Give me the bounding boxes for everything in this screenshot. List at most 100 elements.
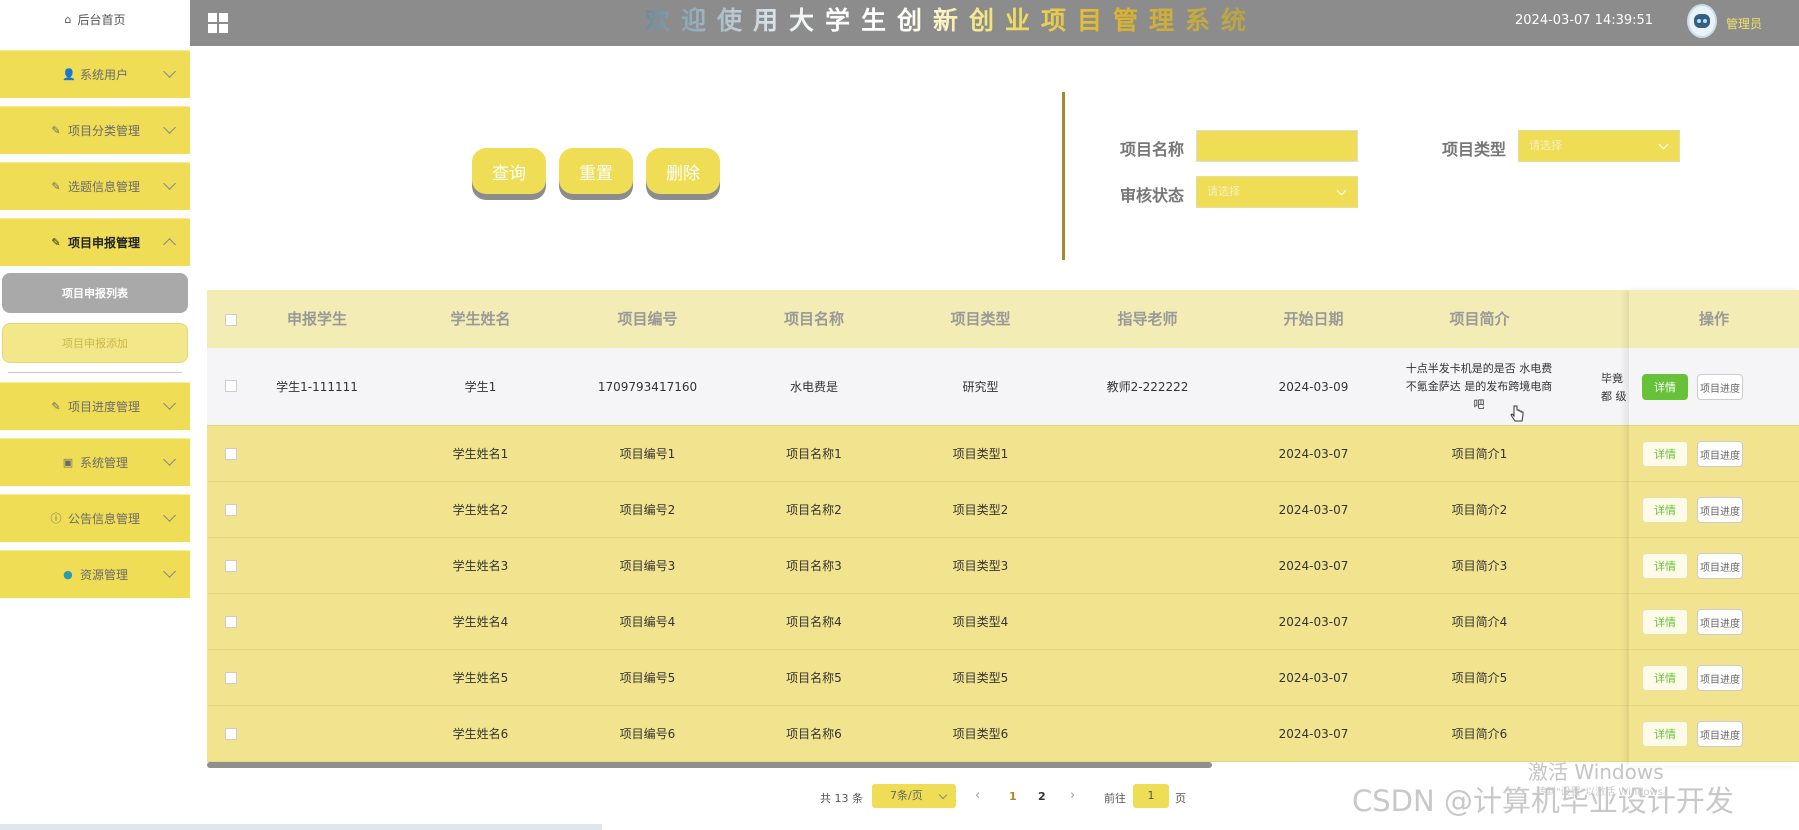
prev-page-icon[interactable]: ‹ [975,788,980,803]
cell-student: 学生1-111111 [276,380,358,394]
cell-name: 学生姓名4 [452,615,509,629]
cell-code: 项目编号1 [619,447,676,461]
sidebar-item-6[interactable]: ▣ 系统管理 [0,438,190,486]
csdn-watermark: CSDN @计算机毕业设计开发 [1352,784,1734,818]
cell-date: 2024-03-07 [1278,726,1349,741]
cell-teacher [1064,594,1231,649]
sidebar-item-8[interactable]: ● 资源管理 [0,550,190,598]
row-checkbox[interactable] [225,504,237,516]
cell-code: 项目编号6 [619,727,676,741]
column-header[interactable]: 项目名称 [731,290,897,348]
project-name-input[interactable] [1196,130,1358,162]
table-row[interactable]: 学生姓名1 项目编号1 项目名称1 项目类型1 2024-03-07 项目简介1 详情 项目进… [207,426,1799,482]
cell-name: 学生姓名1 [452,447,509,461]
project-type-label: 项目类型 [1442,140,1507,159]
table-row[interactable]: 学生姓名4 项目编号4 项目名称4 项目类型4 2024-03-07 项目简介4 详情 项目进… [207,594,1799,650]
column-header[interactable]: 开始日期 [1231,290,1396,348]
column-header[interactable]: 项目编号 [564,290,731,348]
table-row[interactable]: 学生姓名2 项目编号2 项目名称2 项目类型2 2024-03-07 项目简介2 详情 项目进… [207,482,1799,538]
audit-status-placeholder: 请选择 [1207,185,1240,198]
chevron-down-icon [163,121,176,134]
audit-status-select[interactable]: 请选择 [1196,176,1358,208]
cell-date: 2024-03-07 [1278,446,1349,461]
image-icon: ▣ [62,455,74,469]
avatar[interactable] [1687,4,1717,38]
reset-button[interactable]: 重置 [559,148,633,194]
cell-intro: 十点半发卡机是的是否 水电费不氪金萨达 是的发布跨境电商吧 [1405,361,1553,411]
sidebar-item-4[interactable]: ✎ 项目申报管理 [0,218,190,266]
goto-page-input[interactable]: 1 [1133,784,1169,808]
table-row[interactable]: 学生1-111111 学生1 1709793417160 水电费是 研究型 教师2-222… [207,348,1799,426]
sidebar-item-3[interactable]: ✎ 选题信息管理 [0,162,190,210]
sidebar-item-5[interactable]: ✎ 项目进度管理 [0,382,190,430]
grid-menu-icon[interactable] [208,13,228,33]
chevron-down-icon [938,790,948,800]
user-name[interactable]: 管理员 [1726,15,1762,32]
select-all-checkbox[interactable] [225,314,237,326]
cell-project: 项目名称1 [786,447,842,461]
sidebar-home[interactable]: ⌂ 后台首页 [0,0,190,38]
chevron-down-icon [163,177,176,190]
row-checkbox[interactable] [225,380,237,392]
page-title: 欢迎使用大学生创新创业项目管理系统 [645,4,1257,38]
sidebar-subitem-list[interactable]: 项目申报列表 [2,273,188,313]
horizontal-scrollbar[interactable] [207,762,1212,768]
row-checkbox[interactable] [225,728,237,740]
cell-name: 学生姓名6 [452,727,509,741]
cell-name: 学生姓名2 [452,503,509,517]
sidebar-item-label: 项目申报管理 [67,236,140,250]
table-row[interactable]: 学生姓名3 项目编号3 项目名称3 项目类型3 2024-03-07 项目简介3 详情 项目进… [207,538,1799,594]
row-checkbox[interactable] [225,560,237,572]
cell-type: 项目类型2 [952,503,1009,517]
table-row[interactable]: 学生姓名6 项目编号6 项目名称6 项目类型6 2024-03-07 项目简介6 详情 项目进… [207,706,1799,762]
cell-type: 项目类型3 [952,559,1009,573]
sidebar-item-label: 系统管理 [79,456,128,470]
next-page-icon[interactable]: › [1070,788,1075,803]
delete-button[interactable]: 删除 [646,148,720,194]
sidebar-item-7[interactable]: ⓘ 公告信息管理 [0,494,190,542]
row-checkbox[interactable] [225,448,237,460]
page-2[interactable]: 2 [1038,790,1046,803]
cell-project: 项目名称5 [786,671,842,685]
query-button[interactable]: 查询 [472,148,546,194]
column-header[interactable]: 学生姓名 [397,290,564,348]
chevron-down-icon [163,65,176,78]
cell-intro: 项目简介3 [1451,559,1508,573]
page-1[interactable]: 1 [1009,790,1017,803]
cell-student [237,538,397,593]
sidebar-item-1[interactable]: 👤 系统用户 [0,50,190,98]
edit-icon: ✎ [51,235,61,249]
column-header[interactable]: 指导老师 [1064,290,1231,348]
sidebar-item-label: 系统用户 [79,68,128,82]
cell-project: 水电费是 [789,380,838,394]
cell-student [237,426,397,481]
cell-type: 项目类型5 [952,671,1009,685]
table-header: 申报学生 学生姓名 项目编号 项目名称 项目类型 指导老师 开始日期 项目简介 操作 [207,290,1799,348]
project-type-select[interactable]: 请选择 [1518,130,1680,162]
page-size-select[interactable]: 7条/页 [872,784,956,808]
cell-teacher [1064,426,1231,481]
cell-code: 项目编号5 [619,671,676,685]
cell-name: 学生1 [464,380,497,394]
row-checkbox[interactable] [225,616,237,628]
project-type-placeholder: 请选择 [1529,139,1562,152]
chevron-down-icon [1336,185,1347,196]
sidebar-item-label: 资源管理 [79,568,128,582]
column-header[interactable]: 项目类型 [897,290,1064,348]
column-header[interactable]: 申报学生 [237,290,397,348]
sidebar-subitem-add[interactable]: 项目申报添加 [2,323,188,363]
sidebar-item-2[interactable]: ✎ 项目分类管理 [0,106,190,154]
cell-teacher [1064,650,1231,705]
cell-teacher [1064,706,1231,761]
cell-intro: 项目简介6 [1451,727,1508,741]
goto-label: 前往 [1104,792,1126,805]
cell-project: 项目名称3 [786,559,842,573]
cell-code: 项目编号4 [619,615,676,629]
table-row[interactable]: 学生姓名5 项目编号5 项目名称5 项目类型5 2024-03-07 项目简介5 详情 项目进… [207,650,1799,706]
cell-teacher [1064,482,1231,537]
column-header[interactable]: 项目简介 [1396,290,1563,348]
bottom-scrollbar[interactable] [0,824,602,830]
row-checkbox[interactable] [225,672,237,684]
cell-student [237,650,397,705]
edit-icon: ✎ [51,123,61,137]
